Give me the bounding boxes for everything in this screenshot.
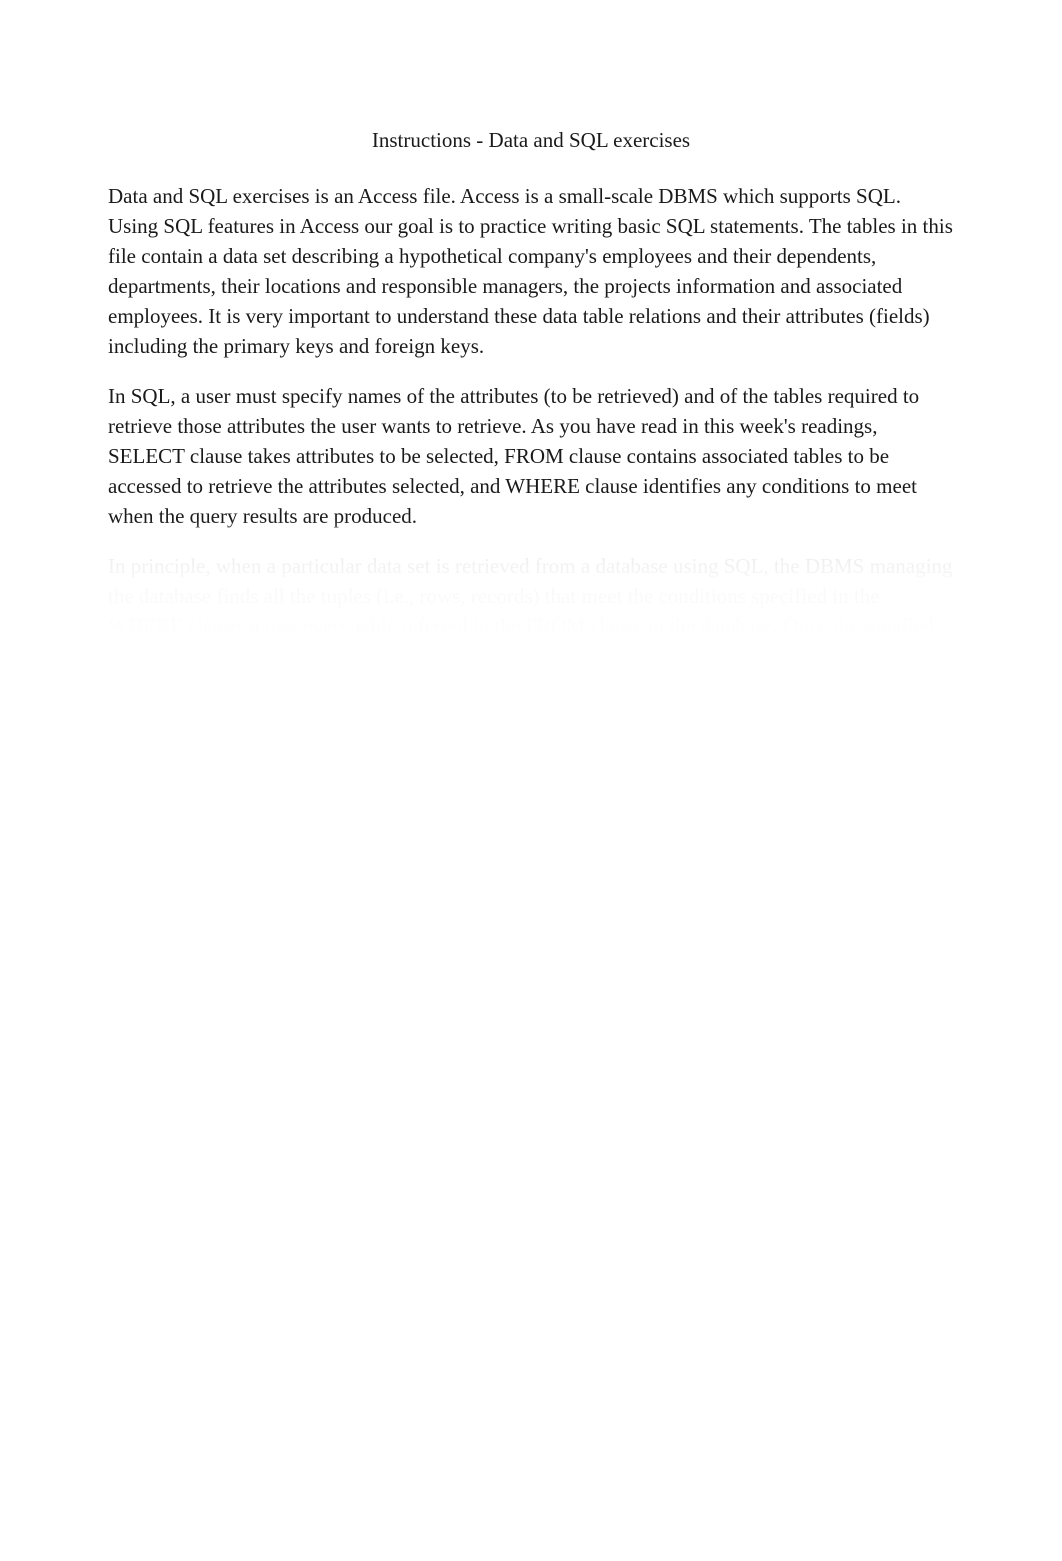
paragraph-1: Data and SQL exercises is an Access file… xyxy=(108,181,954,361)
document-title: Instructions - Data and SQL exercises xyxy=(108,128,954,153)
paragraph-2: In SQL, a user must specify names of the… xyxy=(108,381,954,531)
obscured-embedded-screenshot xyxy=(108,640,894,1030)
attachment-icon xyxy=(106,1048,142,1084)
obscured-header-strip xyxy=(108,640,894,666)
